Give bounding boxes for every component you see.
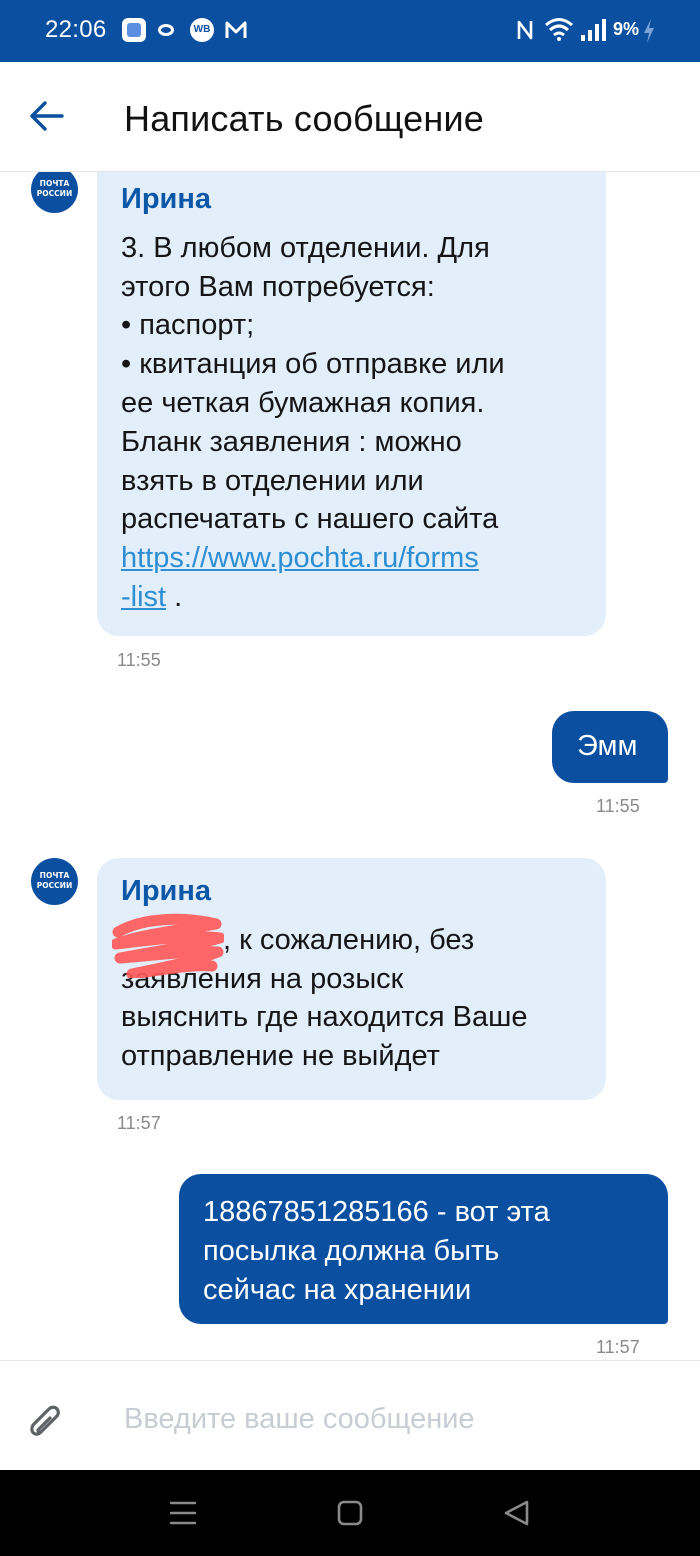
message-line: распечатать с нашего сайта — [121, 503, 499, 536]
outgoing-message-bubble[interactable]: 18867851285166 - вот эта посылка должна … — [179, 1174, 668, 1324]
message-line: посылка должна быть — [203, 1235, 500, 1267]
system-nav-bar — [0, 1470, 700, 1556]
mail-notification-icon — [225, 21, 247, 38]
wb-notification-icon: WB — [190, 18, 214, 42]
message-line: ее четкая бумажная копия. — [121, 386, 485, 419]
page-title: Написать сообщение — [124, 98, 485, 139]
message-text: Эмм — [577, 730, 638, 762]
sender-name: Ирина — [121, 875, 212, 907]
message-line: отправление не выйдет — [121, 1040, 440, 1073]
arrow-left-icon[interactable] — [28, 98, 66, 134]
message-line: выяснить где находится Ваше — [121, 1001, 528, 1034]
ring-notification-icon — [158, 24, 174, 36]
message-timestamp: 11:55 — [117, 650, 161, 670]
wifi-icon — [545, 18, 573, 41]
message-line: • квитанция об отправке или — [121, 348, 505, 381]
outgoing-message-bubble[interactable]: Эмм — [552, 711, 668, 783]
redaction-scribble — [112, 913, 224, 978]
message-line: этого Вам потребуется: — [121, 270, 435, 303]
forms-link-continued[interactable]: -list — [121, 581, 166, 613]
status-time: 22:06 — [45, 16, 107, 43]
message-line: Бланк заявления : можно — [121, 425, 462, 458]
message-line: 18867851285166 - вот эта — [203, 1196, 550, 1228]
back-icon[interactable] — [500, 1496, 534, 1530]
message-line: • паспорт; — [121, 309, 255, 342]
avatar-text-line2: РОССИИ — [36, 189, 73, 198]
message-timestamp: 11:55 — [596, 796, 640, 816]
avatar-text-line1: ПОЧТА — [39, 179, 70, 188]
message-text: . — [166, 580, 183, 613]
charging-icon — [644, 19, 654, 43]
home-icon[interactable] — [333, 1496, 367, 1530]
paperclip-icon[interactable] — [26, 1401, 66, 1443]
message-input[interactable] — [124, 1395, 664, 1443]
incoming-message-bubble[interactable]: Ирина , к сожалению, без заявления на ро… — [97, 858, 606, 1100]
menu-icon[interactable] — [166, 1496, 200, 1530]
header: Написать сообщение — [0, 62, 700, 172]
avatar-text-line2: РОССИИ — [36, 881, 73, 890]
sender-avatar: ПОЧТА РОССИИ — [31, 172, 78, 213]
chat-message-list[interactable]: ПОЧТА РОССИИ Ирина 3. В любом отделении.… — [0, 172, 700, 1360]
message-timestamp: 11:57 — [117, 1113, 161, 1133]
message-line: 3. В любом отделении. Для — [121, 231, 490, 264]
battery-level: 9% — [613, 19, 640, 39]
signal-icon — [581, 19, 606, 41]
nfc-icon — [517, 20, 533, 40]
sender-avatar: ПОЧТА РОССИИ — [31, 858, 78, 905]
avatar-text-line1: ПОЧТА — [39, 871, 70, 880]
incoming-message-bubble[interactable]: Ирина 3. В любом отделении. Для этого Ва… — [97, 172, 606, 636]
message-line: сейчас на хранении — [203, 1274, 472, 1306]
app-notification-icon — [122, 18, 146, 42]
forms-link[interactable]: https://www.pochta.ru/forms — [121, 542, 479, 574]
message-line: взять в отделении или — [121, 464, 424, 497]
status-bar: 22:06 WB 9% — [0, 0, 700, 62]
message-timestamp: 11:57 — [596, 1337, 640, 1357]
message-composer — [0, 1360, 700, 1470]
sender-name: Ирина — [121, 183, 212, 215]
